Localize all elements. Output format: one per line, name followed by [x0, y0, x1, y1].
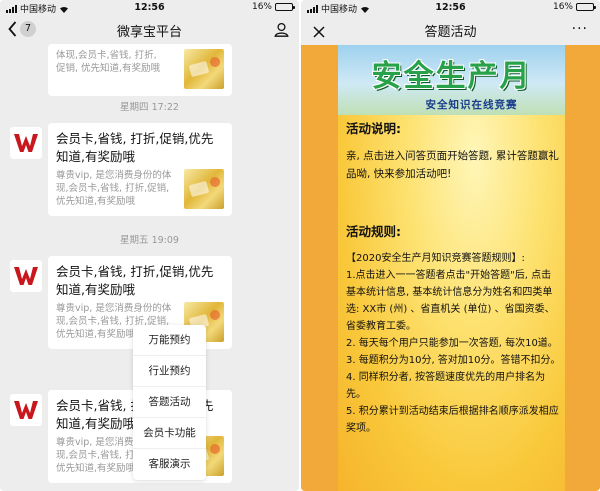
battery-percent: 16%: [251, 2, 272, 12]
chat-screen: 中国移动 12:56 16% 7 微享宝平台 体现,会员卡,省钱, 打折, 促销…: [0, 0, 299, 491]
page-title: 答题活动: [424, 24, 477, 40]
side-panel-right: [565, 45, 600, 491]
message-card[interactable]: 会员卡,省钱, 打折,促销,优先知道,有奖励哦 尊贵vip, 是您消费身份的体现…: [48, 123, 232, 216]
card-desc: 体现,会员卡,省钱, 打折, 促销, 优先知道,有奖励哦: [56, 50, 161, 74]
quiz-screen: 中国移动 12:56 16% 答题活动 ··· 安全生产月 安全知识在线竞赛 活…: [301, 0, 600, 491]
time-divider: 星期四 17:22: [120, 102, 179, 113]
rule-line: 3. 每题积分为10分, 答对加10分。答错不扣分。: [346, 355, 561, 366]
desc-text: 亲, 点击进入问答页面开始答题, 累计答题赢礼品呦, 快来参加活动吧!: [346, 150, 559, 180]
card-thumbnail: [184, 49, 224, 89]
card-thumbnail: [184, 169, 224, 209]
menu-item-industry-booking[interactable]: 行业预约: [133, 356, 206, 387]
w-logo-icon[interactable]: [10, 127, 42, 159]
menu-item-universal-booking[interactable]: 万能预约: [133, 325, 206, 356]
battery-icon: [576, 3, 596, 11]
banner-title: 安全生产月: [371, 59, 532, 94]
banner-subtitle: 安全知识在线竞赛: [425, 99, 518, 111]
status-bar: 中国移动 12:56 16%: [301, 0, 600, 15]
activity-content: 安全生产月 安全知识在线竞赛 活动说明: 亲, 点击进入问答页面开始答题, 累计…: [338, 45, 565, 491]
unread-badge: 7: [20, 21, 36, 37]
person-icon[interactable]: [274, 22, 289, 41]
card-title: 会员卡,省钱, 打折,促销,优先知道,有奖励哦: [56, 264, 214, 297]
rule-line: 2. 每天每个用户只能参加一次答题, 每次10道。: [346, 338, 558, 349]
rule-line: 1.点击进入一一答题者点击"开始答题"后, 点击基本统计信息, 基本统计信息分为…: [346, 270, 555, 332]
status-bar: 中国移动 12:56 16%: [0, 0, 299, 15]
screenshot-pair: 中国移动 12:56 16% 7 微享宝平台 体现,会员卡,省钱, 打折, 促销…: [0, 0, 600, 491]
card-desc: 尊贵vip, 是您消费身份的体现,会员卡,省钱, 打折,促销, 优先知道,有奖励…: [56, 170, 172, 207]
nav-bar: 7 微享宝平台: [0, 15, 299, 45]
time-divider: 星期五 19:09: [120, 235, 179, 246]
menu-item-membership[interactable]: 会员卡功能: [133, 418, 206, 449]
battery-group: 16%: [552, 2, 596, 12]
battery-percent: 16%: [552, 2, 573, 12]
menu-item-service-demo[interactable]: 客服演示: [133, 449, 206, 480]
card-body: 体现,会员卡,省钱, 打折, 促销, 优先知道,有奖励哦: [56, 49, 224, 89]
card-title: 会员卡,省钱, 打折,促销,优先知道,有奖励哦: [56, 131, 214, 164]
rules-heading: 活动规则:: [346, 224, 401, 239]
rules-list: 【2020安全生产月知识竞赛答题规则】: 1.点击进入一一答题者点击"开始答题"…: [346, 250, 561, 437]
nav-bar: 答题活动 ···: [301, 15, 600, 45]
rule-line: 【2020安全生产月知识竞赛答题规则】:: [346, 253, 525, 264]
menu-item-quiz[interactable]: 答题活动: [133, 387, 206, 418]
back-button[interactable]: 7: [8, 21, 36, 37]
w-logo-icon[interactable]: [10, 260, 42, 292]
desc-heading: 活动说明:: [346, 121, 401, 136]
battery-group: 16%: [251, 2, 295, 12]
w-logo-icon[interactable]: [10, 394, 42, 426]
battery-icon: [275, 3, 295, 11]
rule-line: 4. 同样积分者, 按答题速度优先的用户排名为先。: [346, 372, 546, 400]
message-card-partial[interactable]: 体现,会员卡,省钱, 打折, 促销, 优先知道,有奖励哦: [48, 44, 232, 96]
more-icon[interactable]: ···: [572, 21, 588, 37]
side-panel-left: [301, 45, 338, 491]
close-icon[interactable]: [313, 23, 325, 42]
rule-line: 5. 积分累计到活动结束后根据排名顺序派发相应奖项。: [346, 406, 559, 434]
chevron-left-icon: [8, 21, 17, 37]
page-title: 微享宝平台: [116, 24, 182, 40]
card-body: 尊贵vip, 是您消费身份的体现,会员卡,省钱, 打折,促销, 优先知道,有奖励…: [56, 169, 224, 209]
banner: 安全生产月 安全知识在线竞赛: [338, 45, 565, 115]
popup-menu: 万能预约 行业预约 答题活动 会员卡功能 客服演示: [133, 325, 206, 480]
